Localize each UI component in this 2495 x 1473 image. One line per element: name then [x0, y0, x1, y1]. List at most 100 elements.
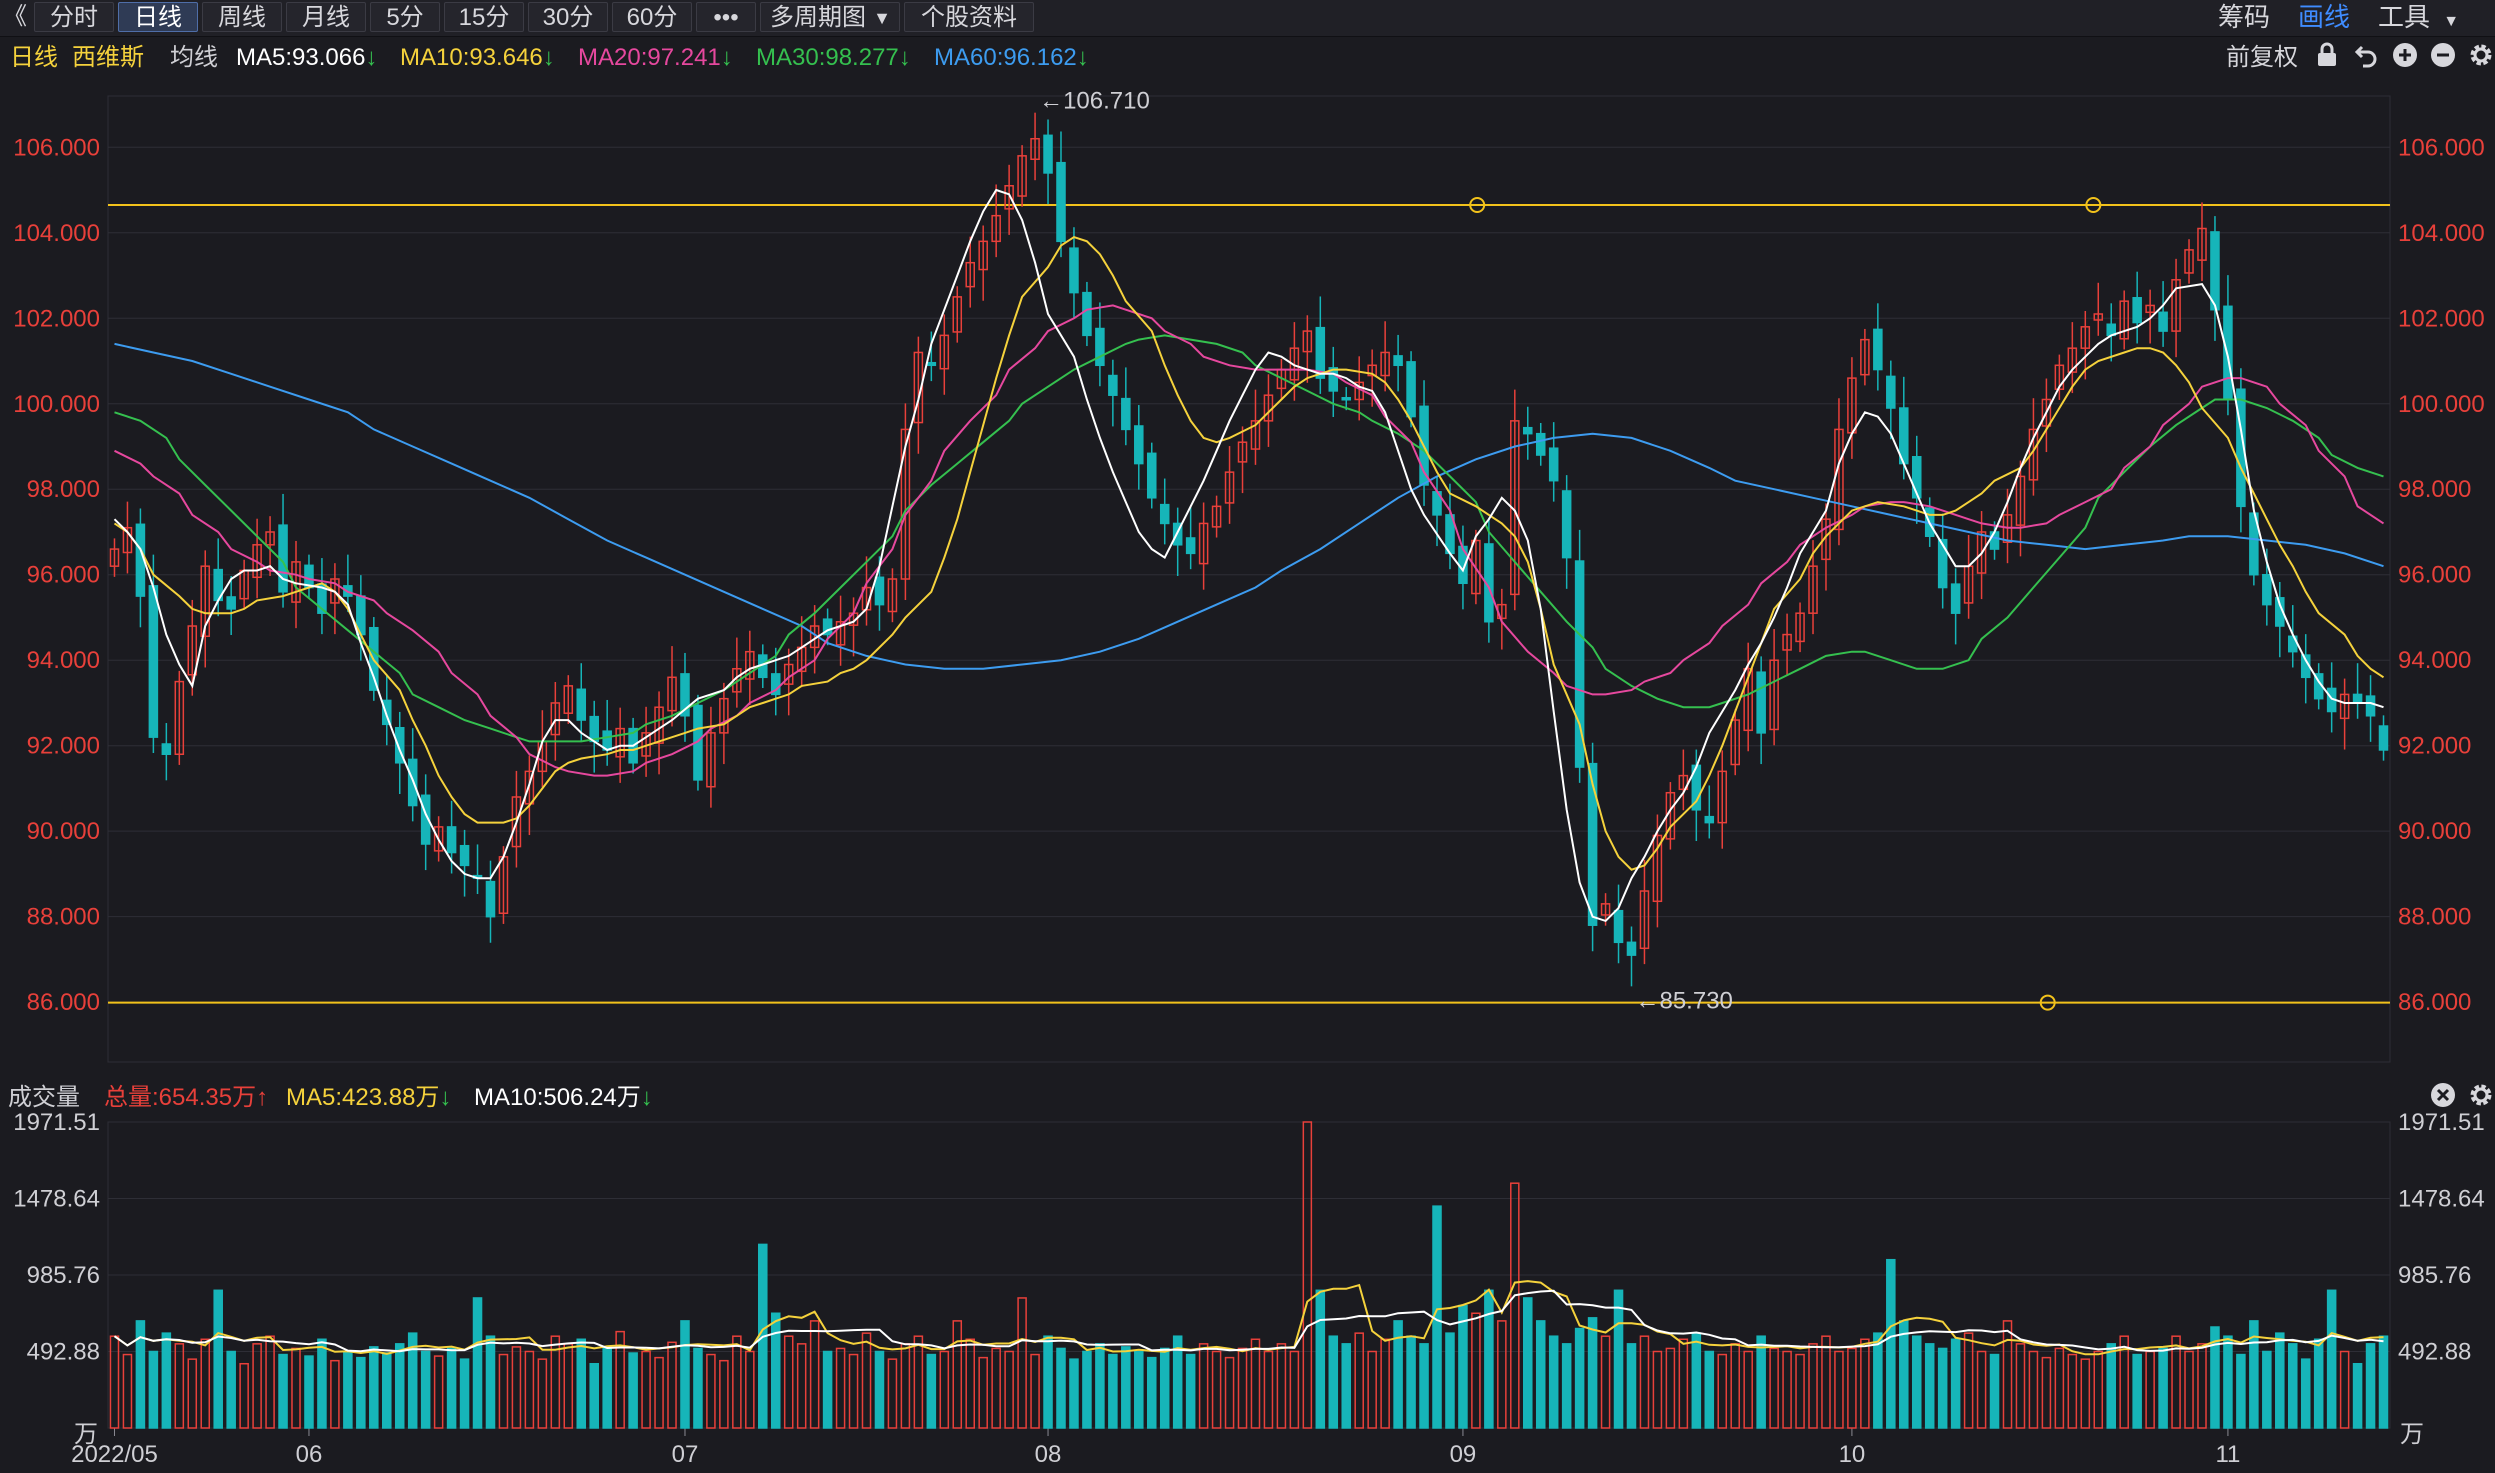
ma30-line — [114, 334, 2384, 743]
volume-bar — [732, 1335, 742, 1429]
volume-bar — [1121, 1346, 1131, 1429]
price-tick-right: 98.000 — [2398, 476, 2471, 503]
candle-body — [1146, 452, 1157, 499]
volume-bar — [1056, 1347, 1066, 1429]
volume-bar — [2378, 1335, 2389, 1429]
volume-bar — [1406, 1335, 1416, 1429]
volume-bar — [1043, 1335, 1053, 1429]
volume-bar — [602, 1347, 612, 1429]
volume-bar — [1069, 1358, 1079, 1429]
price-tick-right: 92.000 — [2398, 733, 2471, 760]
volume-bar — [356, 1356, 366, 1429]
price-tick-right: 86.000 — [2398, 989, 2471, 1016]
volume-bar — [1510, 1182, 1520, 1429]
price-tick-right: 104.000 — [2398, 220, 2485, 247]
candle-body — [2352, 693, 2363, 704]
candle-body — [226, 596, 236, 610]
volume-bar — [459, 1358, 470, 1429]
volume-bar — [1821, 1335, 1831, 1429]
volume-bar — [485, 1335, 496, 1429]
candle-body — [1522, 426, 1533, 435]
price-tick-right: 94.000 — [2398, 647, 2471, 674]
volume-bar — [576, 1338, 587, 1429]
candle-body — [1406, 361, 1416, 418]
volume-tick-right: 985.76 — [2398, 1262, 2471, 1289]
volume-bar — [1082, 1350, 1092, 1429]
volume-tick-right: 1971.51 — [2398, 1109, 2485, 1136]
volume-bar — [1315, 1289, 1326, 1429]
price-tick-right: 100.000 — [2398, 391, 2485, 418]
volume-bar — [2313, 1338, 2324, 1429]
volume-bar — [1937, 1347, 1948, 1429]
kline-chart[interactable]: 106.000 106.000 104.000 104.000 102.000 102.0… — [0, 0, 2495, 1473]
volume-bar — [1756, 1335, 1766, 1429]
volume-bar — [1769, 1347, 1779, 1429]
volume-bar — [1795, 1353, 1805, 1429]
volume-bar — [1497, 1320, 1507, 1429]
price-tick-right: 106.000 — [2398, 134, 2485, 161]
candle-body — [2378, 725, 2389, 751]
candle-body — [1989, 531, 2000, 550]
price-tick-left: 102.000 — [13, 305, 100, 332]
candle-body — [2210, 231, 2220, 311]
volume-bar — [1548, 1335, 1559, 1429]
volume-tick-right: 1478.64 — [2398, 1185, 2485, 1212]
volume-bar — [1834, 1350, 1844, 1429]
volume-bar — [2275, 1332, 2285, 1429]
volume-bar — [1250, 1338, 1261, 1429]
candle-body — [1082, 291, 1092, 337]
volume-bar — [1146, 1356, 1157, 1429]
volume-bar — [680, 1320, 690, 1429]
volume-bar — [498, 1353, 509, 1429]
volume-bar — [1535, 1320, 1546, 1429]
volume-bar — [861, 1332, 872, 1429]
candle-body — [926, 361, 937, 367]
volume-bar — [809, 1320, 820, 1429]
high-price-annotation: ←106.710 — [1039, 88, 1150, 115]
volume-bar — [796, 1343, 807, 1429]
volume-bar — [1561, 1343, 1572, 1429]
volume-bar — [1652, 1350, 1663, 1429]
volume-bar — [1004, 1350, 1014, 1429]
price-tick-left: 94.000 — [27, 647, 100, 674]
volume-tick-left: 492.88 — [27, 1338, 100, 1365]
volume-bar — [1458, 1304, 1468, 1429]
volume-bar — [1289, 1350, 1300, 1429]
volume-bar — [2184, 1350, 2194, 1429]
volume-bar — [1185, 1353, 1196, 1429]
volume-bar — [330, 1359, 340, 1429]
volume-bar — [1717, 1353, 1728, 1429]
volume-bar — [770, 1312, 781, 1429]
volume-bar — [187, 1358, 198, 1429]
candle-body — [1756, 671, 1766, 734]
candle-body — [485, 880, 496, 918]
volume-bar — [161, 1332, 172, 1429]
volume-bar — [2028, 1350, 2039, 1429]
volume-tick-left: 985.76 — [27, 1262, 100, 1289]
price-tick-right: 90.000 — [2398, 818, 2471, 845]
volume-bar — [1704, 1350, 1715, 1429]
volume-bar — [1911, 1335, 1922, 1429]
volume-bar — [148, 1350, 159, 1429]
volume-ma10-line — [113, 1289, 2384, 1353]
volume-bar — [1445, 1332, 1455, 1429]
volume-bar — [1924, 1343, 1935, 1429]
price-tick-left: 104.000 — [13, 220, 100, 247]
volume-bar — [1691, 1332, 1702, 1429]
candle-body — [1548, 447, 1559, 482]
volume-bar — [1873, 1332, 1883, 1429]
volume-bar — [2158, 1347, 2168, 1429]
volume-bar — [1276, 1343, 1287, 1429]
volume-bar — [719, 1359, 729, 1429]
candle-body — [1393, 355, 1403, 367]
price-tick-right: 102.000 — [2398, 305, 2485, 332]
volume-bar — [1860, 1338, 1870, 1429]
volume-bar — [2339, 1350, 2350, 1429]
x-tick-label: 08 — [1035, 1441, 1062, 1468]
candle-body — [161, 743, 172, 755]
candle-body — [2158, 311, 2168, 332]
volume-bar — [2287, 1343, 2298, 1429]
volume-bar — [1613, 1289, 1624, 1429]
volume-bar — [1743, 1350, 1753, 1429]
volume-bar — [965, 1338, 976, 1429]
